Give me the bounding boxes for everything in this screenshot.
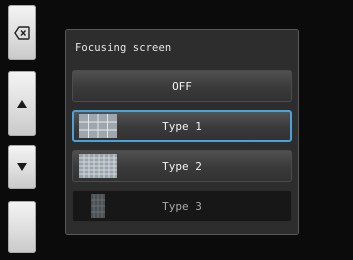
- panel-title: Focusing screen: [75, 42, 172, 54]
- scroll-up-button[interactable]: [8, 71, 36, 136]
- scroll-down-button[interactable]: [8, 145, 36, 189]
- option-type-3[interactable]: Type 3: [72, 190, 292, 222]
- option-type-2[interactable]: Type 2: [72, 150, 292, 182]
- option-label: Type 3: [162, 199, 202, 213]
- option-off[interactable]: OFF: [72, 70, 292, 102]
- option-label: Type 2: [162, 159, 202, 173]
- blank-side-button[interactable]: [8, 201, 36, 253]
- option-label: Type 1: [162, 119, 202, 133]
- backspace-x-icon: [14, 25, 30, 40]
- option-type-1[interactable]: Type 1: [72, 110, 292, 142]
- option-label: OFF: [172, 79, 192, 93]
- back-button[interactable]: [8, 5, 36, 60]
- focusing-screen-panel: Focusing screen OFF Type 1 Type 2 Type 3: [65, 29, 299, 235]
- triangle-down-icon: [17, 163, 27, 171]
- triangle-up-icon: [17, 99, 27, 108]
